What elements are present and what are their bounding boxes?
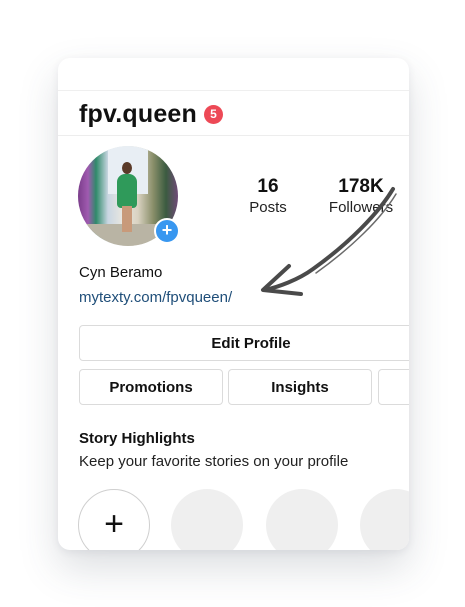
posts-stat[interactable]: 16 Posts xyxy=(246,176,290,218)
highlights-title: Story Highlights xyxy=(79,430,195,447)
status-bar-divider xyxy=(58,90,409,91)
avatar-photo-person-head xyxy=(122,162,132,174)
posts-label: Posts xyxy=(249,199,287,216)
followers-label: Followers xyxy=(328,199,394,216)
highlight-placeholder xyxy=(360,489,409,550)
profile-card: fpv.queen 5 + 16 Posts 178K Followers Cy… xyxy=(58,58,409,550)
highlights-subtitle: Keep your favorite stories on your profi… xyxy=(79,453,349,470)
highlight-placeholder xyxy=(266,489,338,550)
posts-count: 16 xyxy=(257,176,279,197)
highlight-placeholder xyxy=(171,489,243,550)
new-highlight-button[interactable]: + xyxy=(78,489,150,550)
header-divider xyxy=(58,135,409,136)
edit-profile-button[interactable]: Edit Profile xyxy=(79,325,409,361)
avatar-photo-person-legs xyxy=(122,206,132,232)
more-button[interactable] xyxy=(378,369,409,405)
avatar-photo-person-body xyxy=(117,174,137,208)
insights-button[interactable]: Insights xyxy=(228,369,372,405)
promotions-button[interactable]: Promotions xyxy=(79,369,223,405)
notification-badge[interactable]: 5 xyxy=(204,104,224,124)
profile-header: fpv.queen 5 xyxy=(79,97,224,131)
bio-link[interactable]: mytexty.com/fpvqueen/ xyxy=(79,289,232,306)
username[interactable]: fpv.queen xyxy=(79,100,197,129)
plus-icon: + xyxy=(104,505,124,543)
add-story-icon[interactable]: + xyxy=(154,218,180,244)
followers-count: 178K xyxy=(338,176,384,197)
followers-stat[interactable]: 178K Followers xyxy=(324,176,398,218)
display-name: Cyn Beramo xyxy=(79,264,163,281)
